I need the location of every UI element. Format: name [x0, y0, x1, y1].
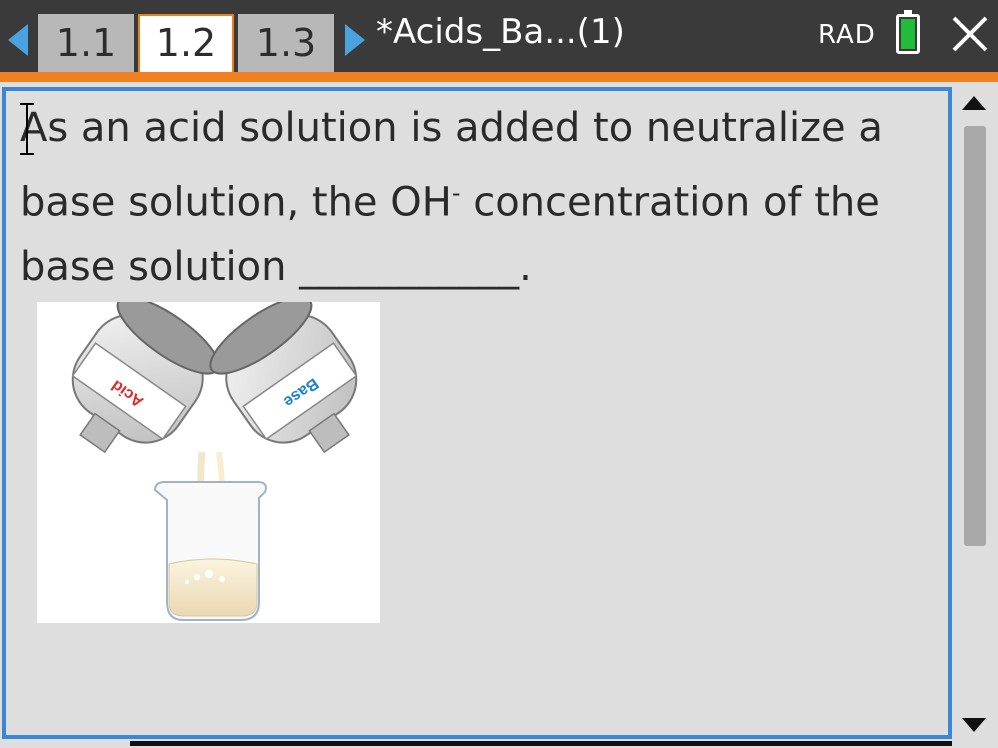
- scrollbar-thumb[interactable]: [964, 126, 986, 546]
- question-text[interactable]: As an acid solution is added to neutrali…: [20, 96, 920, 300]
- base-bottle-icon: Base: [209, 302, 358, 454]
- previous-page-arrow-icon[interactable]: [8, 24, 28, 56]
- acid-base-pouring-illustration: Acid Base: [37, 302, 380, 623]
- acid-bottle-icon: Acid: [71, 302, 220, 454]
- battery-icon: [896, 10, 920, 54]
- active-tab-underline: [0, 72, 998, 82]
- battery-level-fill: [901, 19, 915, 49]
- hydroxide-charge: -: [451, 179, 461, 207]
- title-bar: 1.1 1.2 1.3 *Acids_Ba...(1) RAD: [0, 0, 998, 72]
- tab-page-1-2[interactable]: 1.2: [138, 14, 234, 72]
- close-icon[interactable]: [948, 12, 992, 56]
- tab-page-1-3[interactable]: 1.3: [238, 14, 334, 72]
- tab-page-1-1[interactable]: 1.1: [38, 14, 134, 72]
- scroll-down-arrow-icon[interactable]: [962, 718, 986, 732]
- document-title: *Acids_Ba...(1): [376, 12, 625, 52]
- question-line-2-end: concentration of the: [460, 179, 880, 226]
- question-line-1: As an acid solution is added to neutrali…: [20, 105, 883, 151]
- question-line-2-start: base solution, the OH: [20, 179, 452, 226]
- scroll-up-arrow-icon[interactable]: [962, 96, 986, 110]
- next-page-arrow-icon[interactable]: [345, 24, 365, 56]
- bottom-divider: [130, 741, 952, 746]
- angle-mode-indicator: RAD: [818, 20, 876, 50]
- question-line-3: base solution ___________.: [20, 244, 532, 291]
- text-cursor-icon: [20, 103, 34, 155]
- beaker-icon: [153, 481, 267, 621]
